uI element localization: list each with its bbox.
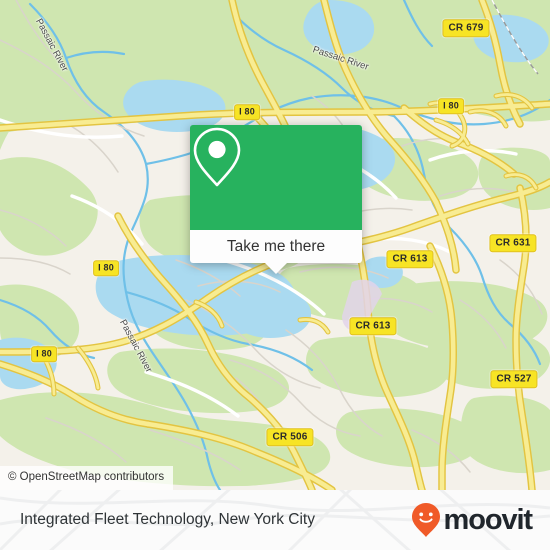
moovit-map-screenshot: Passaic River Passaic River Passaic River … [0, 0, 550, 550]
location-callout-card[interactable]: Take me there [190, 125, 362, 274]
road-shield: I 80 [438, 98, 464, 114]
callout-action-area[interactable]: Take me there [190, 230, 362, 263]
road-shield: CR 613 [349, 317, 397, 335]
moovit-pin-icon [411, 503, 440, 537]
take-me-there-label: Take me there [226, 237, 326, 255]
callout-pointer [265, 263, 287, 274]
map-pin-icon [193, 127, 241, 187]
road-shield: CR 631 [489, 234, 537, 252]
footer-bar: Integrated Fleet Technology, New York Ci… [0, 490, 550, 550]
road-shield: CR 613 [386, 250, 434, 268]
road-shield: CR 506 [266, 428, 314, 446]
callout-icon-area [190, 125, 362, 230]
road-shield: I 80 [234, 104, 260, 120]
road-shield: I 80 [31, 346, 57, 362]
road-shield: CR 527 [490, 370, 538, 388]
moovit-wordmark: moovit [443, 503, 534, 536]
road-shield: I 80 [93, 260, 119, 276]
road-shield: CR 679 [442, 19, 490, 37]
osm-attribution[interactable]: © OpenStreetMap contributors [0, 466, 174, 490]
place-title: Integrated Fleet Technology, New York Ci… [20, 511, 315, 528]
moovit-logo[interactable]: moovit [411, 502, 534, 538]
map-canvas[interactable]: Passaic River Passaic River Passaic River … [0, 0, 550, 490]
